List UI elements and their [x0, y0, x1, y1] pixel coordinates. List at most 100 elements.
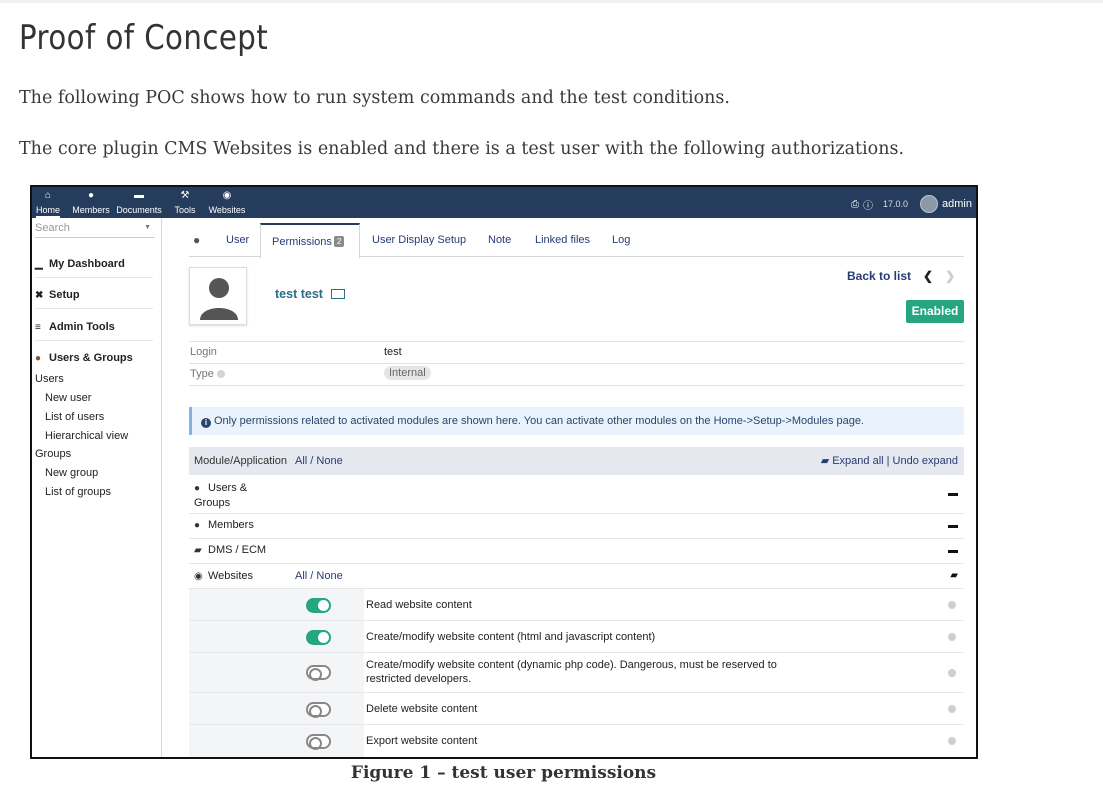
sidebar-users-header[interactable]: Users: [35, 373, 64, 385]
top-border: [0, 0, 1103, 3]
tab-permissions[interactable]: Permissions 2: [260, 223, 360, 258]
sidebar-list-of-users[interactable]: List of users: [45, 411, 104, 423]
divider: [35, 308, 153, 309]
user-icon: ●: [194, 520, 201, 531]
module-row-websites[interactable]: ◉ Websites All / None ▰: [189, 564, 964, 589]
type-label: Type: [190, 368, 225, 380]
permissions-count-badge: 2: [333, 236, 345, 247]
permission-label: Delete website content: [366, 703, 478, 715]
search-placeholder: Search: [35, 222, 70, 234]
user-avatar[interactable]: [920, 195, 939, 213]
folder-icon[interactable]: ▬: [948, 545, 958, 556]
websites-all-none[interactable]: All / None: [295, 570, 343, 582]
module-label-text: DMS / ECM: [208, 544, 267, 556]
permission-toggle-on[interactable]: [306, 598, 331, 613]
info-circle-icon: i: [201, 418, 211, 428]
sidebar-item-label: My Dashboard: [49, 258, 125, 270]
permission-row: Create/modify website content (html and …: [189, 621, 964, 653]
sidebar-groups-header[interactable]: Groups: [35, 448, 71, 460]
nav-websites-label: Websites: [208, 205, 246, 215]
permission-toggle-off[interactable]: [306, 734, 331, 750]
user-photo[interactable]: [189, 267, 247, 325]
login-value: test: [384, 346, 402, 358]
sidebar-hierarchical-view[interactable]: Hierarchical view: [45, 430, 128, 442]
help-icon[interactable]: ⓘ: [863, 197, 873, 212]
module-label-line2: Groups: [194, 497, 231, 509]
top-right-tools: ⎙ ⓘ 17.0.0 admin: [847, 195, 972, 213]
info-icon: [216, 370, 225, 378]
nav-members[interactable]: ● Members: [72, 190, 110, 215]
divider: [189, 363, 964, 364]
permission-toggle-on[interactable]: [306, 630, 331, 645]
nav-documents[interactable]: ▬ Documents: [116, 190, 162, 215]
permission-row: Export website content: [189, 725, 964, 757]
permission-label: Export website content: [366, 735, 478, 747]
info-icon: [948, 601, 956, 609]
user-menu[interactable]: admin: [942, 198, 972, 210]
module-row-users-groups[interactable]: ● Users & Groups ▬: [189, 475, 964, 514]
sidebar-list-of-groups[interactable]: List of groups: [45, 486, 111, 498]
sidebar-item-label: Admin Tools: [49, 321, 115, 333]
tab-note[interactable]: Note: [488, 223, 511, 257]
login-label: Login: [190, 346, 217, 358]
nav-websites[interactable]: ◉ Websites: [208, 190, 246, 215]
expand-controls[interactable]: ▰ Expand all | Undo expand: [821, 447, 958, 475]
row-label-cell: [189, 653, 364, 692]
nav-home-label: Home: [36, 205, 61, 215]
permission-row: Create/modify website content (dynamic p…: [189, 653, 964, 693]
folder-icon[interactable]: ▬: [948, 520, 958, 531]
top-navigation-bar: ⌂ Home ● Members ▬ Documents ⚒ Tools ◉ W…: [32, 187, 976, 218]
user-name-text: test test: [275, 287, 323, 301]
folder-icon[interactable]: ▬: [948, 488, 958, 499]
user-icon: ●: [193, 233, 201, 247]
sidebar-item-setup[interactable]: ✖ Setup: [35, 289, 80, 301]
home-icon: ⌂: [44, 190, 52, 201]
all-none-toggle[interactable]: All / None: [295, 447, 343, 475]
screenshot-figure: ⌂ Home ● Members ▬ Documents ⚒ Tools ◉ W…: [30, 185, 978, 759]
sidebar-new-group[interactable]: New group: [45, 467, 98, 479]
sidebar-item-dashboard[interactable]: ▁ My Dashboard: [35, 258, 125, 270]
version-label: 17.0.0: [883, 199, 909, 209]
info-icon: [948, 633, 956, 641]
module-label: ◉ Websites: [194, 570, 253, 582]
page-heading: Proof of Concept: [19, 18, 269, 58]
permission-label: Create/modify website content (html and …: [366, 631, 656, 643]
permission-label: Create/modify website content (dynamic p…: [366, 659, 777, 685]
previous-icon[interactable]: ❮: [923, 269, 933, 283]
permissions-table-header: Module/Application All / None ▰ Expand a…: [189, 447, 964, 475]
permission-toggle-off[interactable]: [306, 702, 331, 718]
info-icon: [948, 737, 956, 745]
back-to-list-link[interactable]: Back to list: [847, 269, 911, 283]
module-row-members[interactable]: ● Members ▬: [189, 514, 964, 539]
sidebar-search-input[interactable]: Search ▼: [35, 222, 155, 238]
tab-user-display-setup[interactable]: User Display Setup: [372, 223, 466, 257]
nav-home[interactable]: ⌂ Home: [36, 190, 60, 218]
tab-user[interactable]: User: [226, 223, 249, 257]
info-message-text: Only permissions related to activated mo…: [214, 415, 864, 427]
sidebar-new-user[interactable]: New user: [45, 392, 91, 404]
module-row-dms-ecm[interactable]: ▰ DMS / ECM ▬: [189, 539, 964, 564]
print-icon[interactable]: ⎙: [851, 199, 859, 210]
folder-open-icon[interactable]: ▰: [950, 570, 958, 581]
id-card-icon[interactable]: [330, 289, 345, 299]
expand-all-undo-link[interactable]: Expand all | Undo expand: [832, 455, 958, 467]
user-icon: ●: [35, 353, 42, 364]
row-label-cell: [189, 725, 364, 757]
folder-open-icon: ▰: [194, 545, 202, 556]
nav-tools[interactable]: ⚒ Tools: [174, 190, 196, 215]
folder-icon: ▬: [134, 190, 144, 201]
wrench-icon: ⚒: [180, 190, 190, 201]
divider: [35, 340, 153, 341]
sidebar-item-users-groups[interactable]: ● Users & Groups: [35, 352, 133, 364]
type-value-pill: Internal: [384, 366, 431, 380]
module-label-line1: Users &: [208, 482, 248, 494]
sidebar-item-admin-tools[interactable]: ≡ Admin Tools: [35, 321, 115, 333]
intro-paragraph: The following POC shows how to run syste…: [19, 88, 730, 108]
row-label-cell: [189, 621, 364, 652]
tab-linked-files[interactable]: Linked files: [535, 223, 590, 257]
row-label-cell: [189, 589, 364, 620]
permission-label: Read website content: [366, 599, 472, 611]
tab-log[interactable]: Log: [612, 223, 630, 257]
next-icon: ❯: [945, 269, 956, 283]
permission-toggle-off[interactable]: [306, 665, 331, 681]
